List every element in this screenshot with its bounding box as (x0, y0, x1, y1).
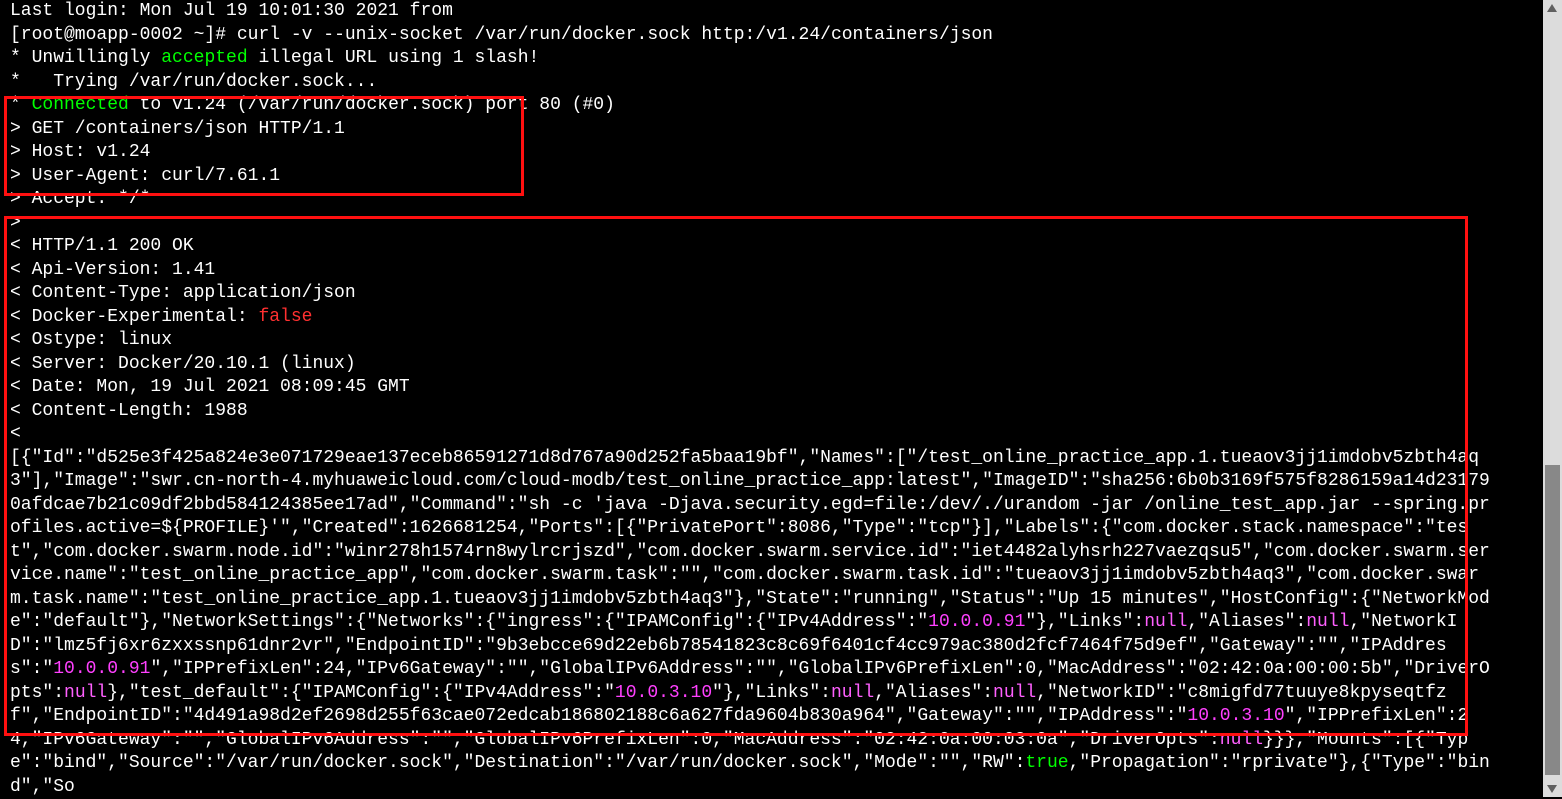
ip-value-4: 10.0.3.10 (1187, 706, 1284, 726)
connected-post: to v1.24 (/var/run/docker.sock) port 80 … (129, 95, 615, 115)
req-line-get: > GET /containers/json HTTP/1.1 (10, 119, 345, 139)
json-seg-7: "},"Links": (712, 683, 831, 703)
connected-word: Connected (32, 95, 129, 115)
resp-status: < HTTP/1.1 200 OK (10, 236, 194, 256)
ip-value-1: 10.0.0.91 (928, 612, 1025, 632)
resp-experimental-pre: < Docker-Experimental: (10, 307, 258, 327)
null-1: null (1144, 612, 1187, 632)
json-seg-3: ,"Aliases": (1187, 612, 1306, 632)
json-seg-1: [{"Id":"d525e3f425a824e3e071729eae137ece… (10, 448, 1490, 633)
req-line-accept: > Accept: */* (10, 189, 150, 209)
command-text: curl -v --unix-socket /var/run/docker.so… (237, 25, 993, 45)
curl-trying: * Trying /var/run/docker.sock... (10, 72, 377, 92)
resp-end: < (10, 424, 21, 444)
terminal-output: Last login: Mon Jul 19 10:01:30 2021 fro… (10, 0, 1490, 799)
vertical-scrollbar[interactable] (1543, 0, 1562, 797)
star: * (10, 95, 32, 115)
curl-msg-1-pre: * Unwillingly (10, 48, 161, 68)
resp-server: < Server: Docker/20.10.1 (linux) (10, 354, 356, 374)
resp-ostype: < Ostype: linux (10, 330, 172, 350)
null-2: null (1306, 612, 1349, 632)
req-line-host: > Host: v1.24 (10, 142, 150, 162)
scrollbar-thumb[interactable] (1545, 465, 1560, 775)
ip-value-2: 10.0.0.91 (53, 659, 150, 679)
resp-content-type: < Content-Type: application/json (10, 283, 356, 303)
true-value: true (1025, 753, 1068, 773)
req-line-ua: > User-Agent: curl/7.61.1 (10, 166, 280, 186)
null-5: null (993, 683, 1036, 703)
prompt: [root@moapp-0002 ~]# (10, 25, 226, 45)
resp-content-length: < Content-Length: 1988 (10, 401, 248, 421)
terminal-window[interactable]: Last login: Mon Jul 19 10:01:30 2021 fro… (0, 0, 1500, 797)
null-3: null (64, 683, 107, 703)
null-4: null (831, 683, 874, 703)
resp-date: < Date: Mon, 19 Jul 2021 08:09:45 GMT (10, 377, 410, 397)
ip-value-3: 10.0.3.10 (615, 683, 712, 703)
false-value: false (258, 307, 312, 327)
json-seg-6: },"test_default":{"IPAMConfig":{"IPv4Add… (107, 683, 615, 703)
login-line: Last login: Mon Jul 19 10:01:30 2021 fro… (10, 1, 453, 21)
json-seg-2: "},"Links": (1025, 612, 1144, 632)
curl-msg-1-post: illegal URL using 1 slash! (248, 48, 540, 68)
req-line-end: > (10, 213, 21, 233)
null-6: null (1220, 730, 1263, 750)
resp-api-version: < Api-Version: 1.41 (10, 260, 215, 280)
json-seg-8: ,"Aliases": (874, 683, 993, 703)
accepted-word: accepted (161, 48, 247, 68)
